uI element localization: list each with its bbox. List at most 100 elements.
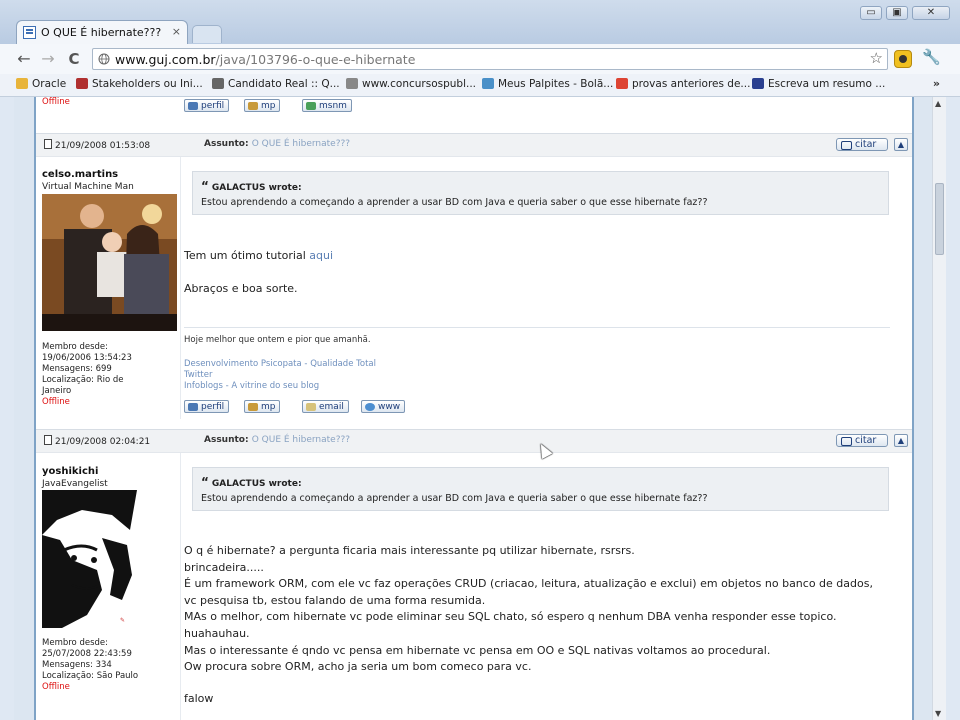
window-border <box>946 97 960 720</box>
bookmarks-bar: Oracle Stakeholders ou Ini... Candidato Re… <box>0 74 960 97</box>
signature-link[interactable]: Infoblogs - A vitrine do seu blog <box>184 381 319 391</box>
post-header: 21/09/2008 01:53:08 Assunto: O QUE É hib… <box>36 133 912 157</box>
signature-links: Desenvolvimento Psicopata - Qualidade To… <box>184 359 376 392</box>
url-domain: www.guj.com.br <box>115 52 216 67</box>
page-favicon-icon <box>23 26 36 39</box>
post-header: 21/09/2008 02:04:21 Assunto: O QUE É hib… <box>36 429 912 453</box>
bookmark-favicon-icon <box>482 78 494 89</box>
bookmark-item[interactable]: Candidato Real :: Q... <box>212 78 340 90</box>
msnm-button[interactable]: msnm <box>302 99 352 112</box>
url-path: /java/103796-o-que-e-hibernate <box>215 52 416 67</box>
bookmark-item[interactable]: www.concursospubl... <box>346 78 476 90</box>
bookmark-favicon-icon <box>76 78 88 89</box>
msn-icon <box>306 102 316 110</box>
user-avatar: ✎ <box>42 490 142 628</box>
more-bookmarks-icon[interactable]: » <box>933 77 940 90</box>
bookmark-favicon-icon <box>346 78 358 89</box>
tutorial-link[interactable]: aqui <box>309 249 333 262</box>
quote-author: “GALACTUS wrote: <box>201 475 302 489</box>
forward-icon[interactable]: → <box>38 49 58 69</box>
post-body-closing: falow <box>184 692 214 705</box>
address-bar[interactable]: www.guj.com.br/java/103796-o-que-e-hiber… <box>92 48 888 70</box>
private-message-button[interactable]: mp <box>244 400 281 413</box>
quote-author: “GALACTUS wrote: <box>201 179 302 193</box>
bookmark-item[interactable]: Oracle <box>16 78 66 90</box>
quote-icon <box>841 141 852 150</box>
post-body: Tem um ótimo tutorial aqui <box>184 249 334 262</box>
user-stats: Membro desde: 19/06/2006 13:54:23 Mensag… <box>42 342 132 407</box>
bookmark-item[interactable]: Stakeholders ou Ini... <box>76 78 203 90</box>
post-date: 21/09/2008 02:04:21 <box>44 435 150 447</box>
back-icon[interactable]: ← <box>14 49 34 69</box>
bookmark-item[interactable]: provas anteriores de... <box>616 78 750 90</box>
browser-tab[interactable]: O QUE É hibernate??? × <box>16 20 188 44</box>
user-status-offline: Offline <box>42 97 70 107</box>
maximize-button[interactable]: ▣ <box>886 6 908 20</box>
scroll-top-button[interactable]: ▲ <box>894 434 908 447</box>
post-body: O q é hibernate? a pergunta ficaria mais… <box>184 544 873 674</box>
user-stats: Membro desde: 25/07/2008 22:43:59 Mensag… <box>42 638 139 692</box>
title-bar: O QUE É hibernate??? × ▭ ▣ ✕ <box>0 0 960 44</box>
post-subject: Assunto: O QUE É hibernate??? <box>204 435 351 445</box>
subject-link[interactable]: O QUE É hibernate??? <box>252 139 350 149</box>
new-tab-button[interactable] <box>192 25 222 43</box>
quote-block: “GALACTUS wrote: Estou aprendendo a come… <box>192 467 889 511</box>
email-button[interactable]: email <box>302 400 349 413</box>
user-status-offline: Offline <box>42 397 70 407</box>
private-message-button[interactable]: mp <box>244 99 281 112</box>
url-text: www.guj.com.br/java/103796-o-que-e-hiber… <box>115 52 415 67</box>
reload-icon[interactable]: C <box>64 49 84 69</box>
signature-text: Hoje melhor que ontem e pior que amanhã. <box>184 335 371 345</box>
browser-toolbar: ← → C www.guj.com.br/java/103796-o-que-e… <box>0 44 960 75</box>
bookmark-item[interactable]: Meus Palpites - Bolã... <box>482 78 613 90</box>
username[interactable]: celso.martins <box>42 169 118 180</box>
extension-icon[interactable] <box>894 50 912 68</box>
minimize-button[interactable]: ▭ <box>860 6 882 20</box>
user-rank: JavaEvangelist <box>42 479 108 489</box>
tab-title: O QUE É hibernate??? <box>41 26 162 39</box>
profile-icon <box>188 403 198 411</box>
folder-icon <box>16 78 28 89</box>
signature-link[interactable]: Twitter <box>184 370 213 380</box>
close-tab-icon[interactable]: × <box>172 25 181 38</box>
post-subject: Assunto: O QUE É hibernate??? <box>204 139 351 149</box>
subject-link[interactable]: O QUE É hibernate??? <box>252 435 350 445</box>
bookmark-item[interactable]: Escreva um resumo ... <box>752 78 885 90</box>
quote-text: Estou aprendendo a começando a aprender … <box>201 197 708 208</box>
globe-icon <box>98 53 110 65</box>
signature-divider <box>184 327 890 328</box>
page-scrollbar[interactable]: ▲ ▼ <box>932 97 947 720</box>
user-rank: Virtual Machine Man <box>42 182 134 192</box>
profile-button[interactable]: perfil <box>184 99 230 112</box>
quote-button[interactable]: citar <box>836 138 888 151</box>
quote-icon <box>841 437 852 446</box>
www-icon <box>365 403 375 411</box>
column-divider <box>180 453 181 720</box>
scrollbar-thumb[interactable] <box>935 183 944 255</box>
bookmark-favicon-icon <box>752 78 764 89</box>
forum-thread: Offline perfil mp msnm 21/09/2008 01:53:… <box>34 97 914 720</box>
close-window-button[interactable]: ✕ <box>912 6 950 20</box>
signature-link[interactable]: Desenvolvimento Psicopata - Qualidade To… <box>184 359 376 369</box>
quote-button[interactable]: citar <box>836 434 888 447</box>
scroll-down-icon[interactable]: ▼ <box>935 709 941 718</box>
profile-button[interactable]: perfil <box>184 400 230 413</box>
website-button[interactable]: www <box>361 400 406 413</box>
bookmark-favicon-icon <box>212 78 224 89</box>
scroll-top-button[interactable]: ▲ <box>894 138 908 151</box>
quote-mark-icon: “ <box>201 179 209 193</box>
bookmark-favicon-icon <box>616 78 628 89</box>
scroll-up-icon[interactable]: ▲ <box>935 99 941 108</box>
star-bookmark-icon[interactable]: ☆ <box>870 49 883 67</box>
svg-text:✎: ✎ <box>120 617 125 624</box>
quote-block: “GALACTUS wrote: Estou aprendendo a come… <box>192 171 889 215</box>
username[interactable]: yoshikichi <box>42 466 98 477</box>
post-body-closing: Abraços e boa sorte. <box>184 282 298 295</box>
profile-icon <box>188 102 198 110</box>
mp-icon <box>248 102 258 110</box>
quote-text: Estou aprendendo a começando a aprender … <box>201 493 708 504</box>
column-divider <box>180 157 181 419</box>
wrench-icon[interactable]: 🔧 <box>922 48 941 66</box>
user-avatar <box>42 194 177 331</box>
mp-icon <box>248 403 258 411</box>
